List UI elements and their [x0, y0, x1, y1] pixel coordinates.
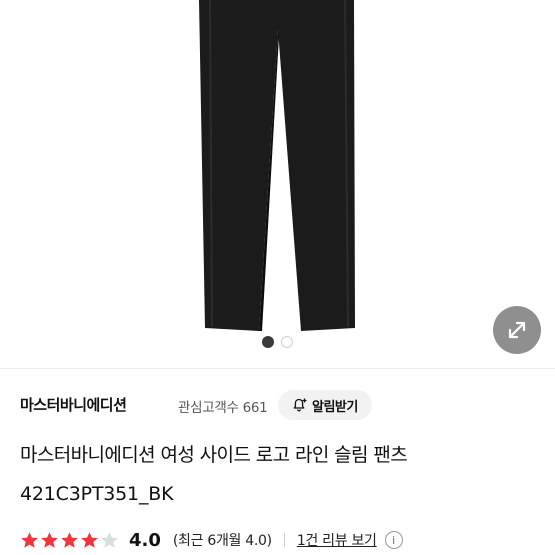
- rating-period: (최근 6개월 4.0): [172, 533, 272, 549]
- alarm-button[interactable]: 알림받기: [278, 390, 372, 420]
- product-image: [199, 0, 355, 331]
- product-image-gallery[interactable]: [0, 0, 555, 367]
- section-divider: [0, 368, 555, 369]
- star-icon: [61, 531, 78, 548]
- carousel-dot-1[interactable]: [261, 336, 274, 348]
- star-icon: [41, 531, 58, 548]
- expand-image-button[interactable]: [493, 306, 541, 354]
- info-icon[interactable]: i: [384, 531, 403, 549]
- brand-name[interactable]: 마스터바니에디션: [20, 394, 127, 415]
- interest-count: 관심고객수 661: [178, 400, 268, 416]
- product-title: 마스터바니에디션 여성 사이드 로고 라인 슬림 팬츠: [20, 444, 408, 466]
- brand-row: 마스터바니에디션 관심고객수 661 알림받기: [20, 390, 535, 420]
- carousel-indicator: [0, 336, 555, 348]
- rating-row: 4.0 (최근 6개월 4.0) 1건 리뷰 보기 i: [20, 528, 403, 552]
- product-code: 421C3PT351_BK: [20, 483, 174, 505]
- rating-value: 4.0: [129, 529, 161, 551]
- star-icon: [81, 531, 98, 548]
- rating-stars: [20, 531, 119, 550]
- review-link[interactable]: 1건 리뷰 보기: [297, 530, 377, 550]
- carousel-dot-2[interactable]: [280, 336, 293, 348]
- star-icon: [21, 531, 38, 548]
- rating-separator: [283, 533, 285, 547]
- expand-arrows-icon: [508, 321, 526, 339]
- star-icon: [101, 531, 118, 548]
- bell-plus-icon: [293, 398, 307, 412]
- alarm-button-label: 알림받기: [312, 399, 358, 415]
